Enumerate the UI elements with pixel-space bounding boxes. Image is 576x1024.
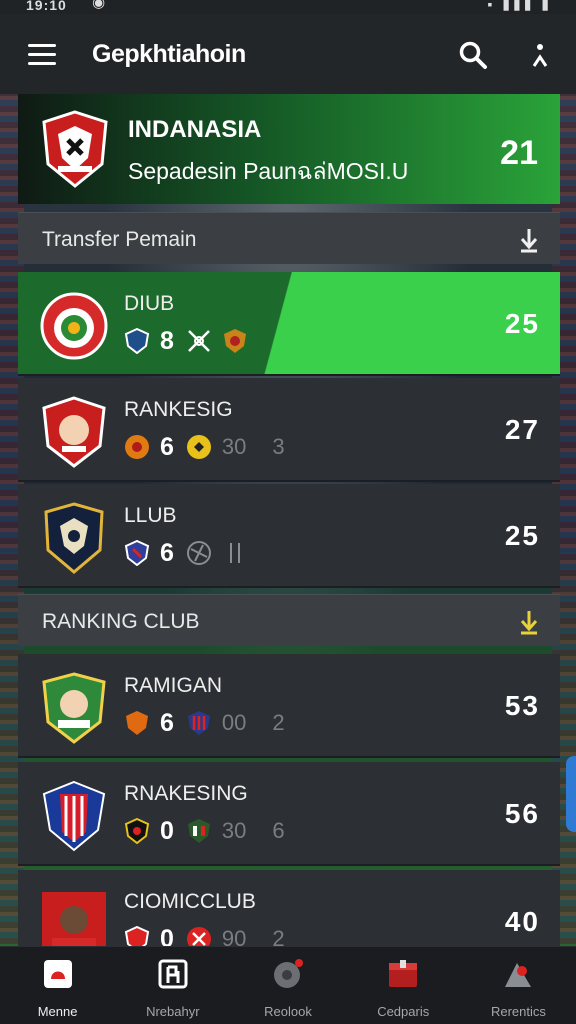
shield-icon xyxy=(124,328,150,354)
nav-item-home[interactable]: Menne xyxy=(0,947,115,1024)
club-stat-primary: 0 xyxy=(160,816,174,845)
club-stat-secondary: 30 xyxy=(221,818,247,843)
club-stat-secondary: 30 xyxy=(221,434,247,459)
club-name: RANKESIG xyxy=(124,398,233,421)
status-time: 19:10 xyxy=(26,0,67,13)
club-badge-icon xyxy=(187,819,210,843)
club-name: DIUB xyxy=(124,292,175,315)
app-title: Gepkhtiahoin xyxy=(92,40,246,68)
featured-club-name: INDANASIA xyxy=(128,116,262,143)
club-name: CIOMICCLUB xyxy=(124,890,256,913)
featured-club-card[interactable]: INDANASIA Sepadesin Paunฉล่MOSI.U 21 xyxy=(18,94,560,204)
club-stats: 8 xyxy=(124,326,258,356)
club-badge-icon xyxy=(124,818,150,844)
club-value: 56 xyxy=(504,798,540,829)
club-crest-icon xyxy=(42,396,106,468)
app-bar: Gepkhtiahoin xyxy=(0,14,576,94)
club-crest-icon xyxy=(42,672,106,744)
nav-item-ball[interactable]: Reolook xyxy=(230,947,345,1024)
club-stats: 6 00 2 xyxy=(124,708,311,738)
club-row-ramigan[interactable]: RAMIGAN 6 00 2 53 xyxy=(18,654,560,758)
section-transfer-pemain[interactable]: Transfer Pemain xyxy=(18,212,560,264)
club-stat-tertiary: 3 xyxy=(272,434,285,459)
signal-battery-icon: ▪ ▮▮▮ ▮ xyxy=(487,0,552,12)
sort-icon[interactable] xyxy=(518,227,540,253)
section-ranking-club[interactable]: RANKING CLUB xyxy=(18,594,560,646)
club-row-ciomicclub[interactable]: CIOMICCLUB 0 90 2 40 xyxy=(18,870,560,960)
club-crest-icon xyxy=(44,502,104,574)
club-value: 25 xyxy=(504,308,540,339)
club-row-rnakesing[interactable]: RNAKESING 0 30 6 56 xyxy=(18,762,560,866)
club-stat-primary: 6 xyxy=(160,538,174,567)
club-crest-icon xyxy=(42,780,106,852)
stats-icon xyxy=(505,963,532,987)
search-icon[interactable] xyxy=(458,40,488,70)
club-crest-icon xyxy=(40,292,108,360)
club-stat-primary: 6 xyxy=(160,432,174,461)
sort-icon[interactable] xyxy=(518,609,540,635)
team-icon xyxy=(158,959,188,989)
club-badge-icon xyxy=(125,435,149,459)
featured-club-subtitle: Sepadesin Paunฉล่MOSI.U xyxy=(128,158,409,184)
hamburger-menu-icon[interactable] xyxy=(28,44,56,66)
club-badge-icon xyxy=(187,711,210,735)
club-stats: 6 xyxy=(124,538,258,568)
club-name: RNAKESING xyxy=(124,782,248,805)
club-name: RAMIGAN xyxy=(124,674,223,697)
club-badge-icon xyxy=(126,711,148,735)
nav-label: Reolook xyxy=(264,1004,312,1019)
club-row-llub[interactable]: LLUB 6 25 xyxy=(18,484,560,588)
nav-label: Menne xyxy=(37,1004,78,1019)
club-value: 25 xyxy=(504,520,540,551)
bottom-navigation: Menne Nrebahyr Reolook Cedparis Rerentic… xyxy=(0,946,576,1024)
side-drawer-handle[interactable] xyxy=(566,756,576,832)
nav-item-stats[interactable]: Rerentics xyxy=(461,947,576,1024)
bars-icon xyxy=(229,543,240,563)
swords-icon xyxy=(188,330,210,352)
club-row-rankesig[interactable]: RANKESIG 6 30 3 27 xyxy=(18,378,560,482)
club-stats: 0 30 6 xyxy=(124,816,311,846)
club-stat-primary: 8 xyxy=(160,326,174,355)
club-value: 53 xyxy=(504,690,540,721)
club-crest-icon xyxy=(42,110,108,188)
club-stat-primary: 6 xyxy=(160,708,174,737)
nav-item-calendar[interactable]: Cedparis xyxy=(346,947,461,1024)
featured-club-value: 21 xyxy=(500,134,538,172)
more-options-icon[interactable] xyxy=(528,42,552,72)
club-stat-tertiary: 2 xyxy=(272,710,285,735)
club-stat-tertiary: 6 xyxy=(272,818,285,843)
ball-icon xyxy=(186,541,211,565)
club-badge-icon xyxy=(186,435,211,459)
nav-item-team[interactable]: Nrebahyr xyxy=(115,947,230,1024)
club-stats: 6 30 3 xyxy=(124,432,311,462)
shield-icon xyxy=(124,540,150,566)
calendar-icon xyxy=(389,960,418,987)
nav-label: Rerentics xyxy=(490,1004,546,1019)
home-icon xyxy=(43,960,72,988)
club-stat-secondary: 00 xyxy=(221,710,247,735)
club-value: 27 xyxy=(504,414,540,445)
section-label: Transfer Pemain xyxy=(42,228,197,251)
section-label: RANKING CLUB xyxy=(42,610,200,633)
status-bar: 19:10 ◉ ▪ ▮▮▮ ▮ xyxy=(0,0,576,14)
nav-label: Cedparis xyxy=(377,1004,430,1019)
notification-icon: ◉ xyxy=(92,0,106,11)
nav-label: Nrebahyr xyxy=(146,1004,200,1019)
club-row-diub[interactable]: DIUB 8 25 xyxy=(18,272,560,376)
club-name: LLUB xyxy=(124,504,177,527)
club-value: 40 xyxy=(504,906,540,937)
club-badge-icon xyxy=(223,329,246,353)
ball-icon xyxy=(274,959,303,988)
